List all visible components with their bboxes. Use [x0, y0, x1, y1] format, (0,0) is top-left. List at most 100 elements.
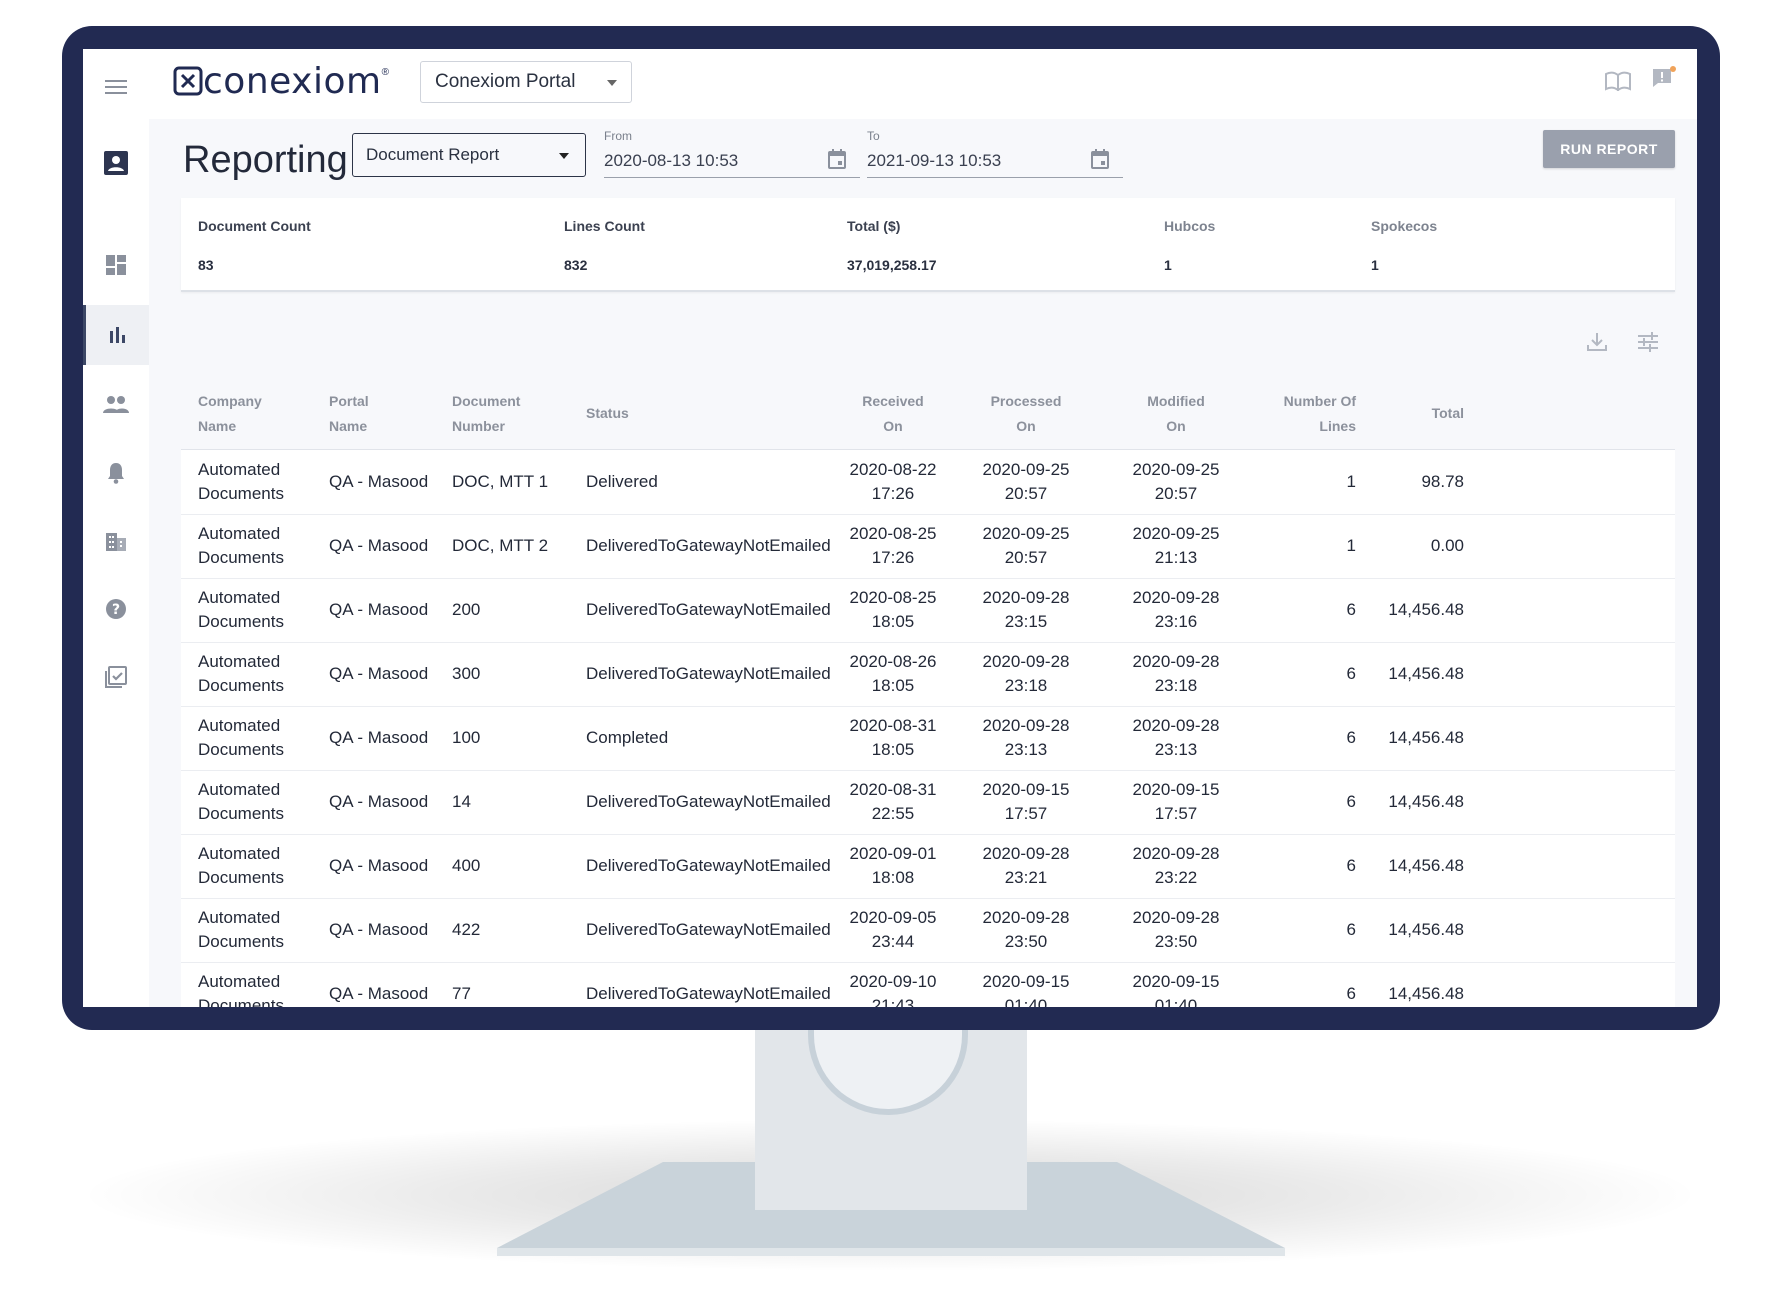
cell-text: DeliveredToGatewayNotEmailed	[586, 600, 831, 619]
table-row[interactable]: Automated Documents QA - Masood DOC, MTT 1 D…	[181, 450, 1675, 515]
column-settings-icon[interactable]	[1637, 331, 1659, 358]
cell-text: Automated	[198, 716, 281, 735]
table-row[interactable]: Automated Documents QA - Masood 200 Delivere…	[181, 578, 1675, 643]
column-header[interactable]: Received On	[831, 389, 955, 439]
column-header-line: Name	[198, 418, 237, 434]
table-cell-proc: 2020-09-28 23:15	[964, 586, 1088, 634]
people-icon[interactable]	[83, 374, 149, 434]
cell-text: Automated	[198, 972, 281, 991]
table-cell-proc: 2020-09-28 23:13	[964, 714, 1088, 762]
cell-text: 23:44	[871, 932, 915, 951]
cell-text: 422	[452, 920, 481, 939]
report-type-select[interactable]: Document Report	[352, 133, 586, 177]
column-header[interactable]: Portal Name	[329, 389, 449, 439]
column-header-line: Portal	[329, 393, 369, 409]
run-report-button[interactable]: RUN REPORT	[1543, 130, 1675, 168]
column-header-line: Modified	[1147, 393, 1205, 409]
table-cell-rec: 2020-08-25 18:05	[831, 586, 955, 634]
summary-label: Total ($)	[847, 218, 901, 234]
column-header[interactable]: Number Of Lines	[1241, 389, 1356, 439]
cell-text: Documents	[198, 740, 284, 759]
cell-text: 2020-08-31	[849, 780, 937, 799]
cell-text: 23:50	[1004, 932, 1048, 951]
cell-text: 2020-09-15	[1132, 972, 1220, 991]
table-row[interactable]: Automated Documents QA - Masood 100 Complete…	[181, 706, 1675, 771]
cell-text: 1	[1346, 536, 1356, 555]
table-row[interactable]: Automated Documents QA - Masood 400 Delivere…	[181, 834, 1675, 899]
cell-text: 18:05	[871, 740, 915, 759]
checklist-icon[interactable]	[83, 647, 149, 707]
column-header-line: On	[1016, 418, 1036, 434]
cell-text: 01:40	[1154, 996, 1198, 1007]
cell-text: 23:50	[1154, 932, 1198, 951]
cell-text: Automated	[198, 844, 281, 863]
cell-text: 22:55	[871, 804, 915, 823]
cell-text: DeliveredToGatewayNotEmailed	[586, 664, 831, 683]
calendar-icon[interactable]	[828, 149, 846, 174]
column-header[interactable]: Processed On	[964, 389, 1088, 439]
cell-text: 2020-09-15	[982, 780, 1070, 799]
table-cell-lines: 1	[1241, 534, 1356, 558]
book-icon[interactable]	[1605, 71, 1631, 96]
cell-text: QA - Masood	[329, 536, 429, 555]
cell-text: 2020-08-25	[849, 588, 937, 607]
cell-text: Documents	[198, 548, 284, 567]
cell-text: Documents	[198, 484, 284, 503]
cell-text: 2020-09-15	[982, 972, 1070, 991]
table-cell-proc: 2020-09-28 23:18	[964, 650, 1088, 698]
feedback-icon[interactable]	[1651, 65, 1677, 96]
menu-icon[interactable]	[83, 57, 149, 117]
table-cell-lines: 6	[1241, 982, 1356, 1006]
table-row[interactable]: Automated Documents QA - Masood 422 Delivere…	[181, 898, 1675, 963]
cell-text: 2020-09-15	[1132, 780, 1220, 799]
cell-text: 2020-09-28	[1132, 908, 1220, 927]
cell-text: 2020-09-01	[849, 844, 937, 863]
table-cell-mod: 2020-09-15 17:57	[1114, 778, 1238, 826]
cell-text: 17:26	[871, 484, 915, 503]
bell-icon[interactable]	[83, 443, 149, 503]
conexiom-logo[interactable]: conexiom ®	[173, 61, 389, 102]
cell-text: 23:13	[1004, 740, 1048, 759]
cell-text: 6	[1346, 728, 1356, 747]
from-date-field[interactable]: From 2020-08-13 10:53	[604, 129, 860, 178]
column-header-line: On	[1166, 418, 1186, 434]
portal-select[interactable]: Conexiom Portal	[420, 61, 632, 103]
column-header[interactable]: Modified On	[1114, 389, 1238, 439]
table-cell-portal: QA - Masood	[329, 982, 449, 1006]
column-header[interactable]: Status	[586, 401, 846, 426]
bar-chart-icon[interactable]	[83, 305, 149, 365]
table-cell-portal: QA - Masood	[329, 918, 449, 942]
column-header[interactable]: Document Number	[452, 389, 582, 439]
table-cell-total: 0.00	[1364, 534, 1464, 558]
download-icon[interactable]	[1586, 331, 1608, 358]
cell-text: 2020-09-28	[1132, 844, 1220, 863]
cell-text: 2020-09-05	[849, 908, 937, 927]
table-cell-lines: 6	[1241, 726, 1356, 750]
table-cell-total: 98.78	[1364, 470, 1464, 494]
help-icon[interactable]: ?	[83, 579, 149, 639]
table-cell-doc: 422	[452, 918, 582, 942]
cell-text: 23:13	[1154, 740, 1198, 759]
column-header[interactable]: Company Name	[198, 389, 318, 439]
to-date-field[interactable]: To 2021-09-13 10:53	[867, 129, 1123, 178]
cell-text: 2020-09-25	[982, 524, 1070, 543]
table-row[interactable]: Automated Documents QA - Masood 14 Delivered…	[181, 770, 1675, 835]
dashboard-icon[interactable]	[83, 235, 149, 295]
cell-text: 2020-09-28	[1132, 716, 1220, 735]
table-cell-status: DeliveredToGatewayNotEmailed	[586, 534, 846, 558]
column-header-line: Number	[452, 418, 505, 434]
table-cell-status: DeliveredToGatewayNotEmailed	[586, 854, 846, 878]
contact-card-icon[interactable]	[83, 133, 149, 193]
table-row[interactable]: Automated Documents QA - Masood DOC, MTT 2 D…	[181, 514, 1675, 579]
cell-text: 100	[452, 728, 481, 747]
table-row[interactable]: Automated Documents QA - Masood 300 Delivere…	[181, 642, 1675, 707]
column-header[interactable]: Total	[1364, 401, 1464, 426]
building-icon[interactable]	[83, 511, 149, 571]
calendar-icon[interactable]	[1091, 149, 1109, 174]
table-row[interactable]: Automated Documents QA - Masood 77 Delivered…	[181, 962, 1675, 1007]
cell-text: QA - Masood	[329, 792, 429, 811]
summary-label: Document Count	[198, 218, 311, 234]
cell-text: Documents	[198, 612, 284, 631]
cell-text: 23:22	[1154, 868, 1198, 887]
cell-text: 2020-09-10	[849, 972, 937, 991]
